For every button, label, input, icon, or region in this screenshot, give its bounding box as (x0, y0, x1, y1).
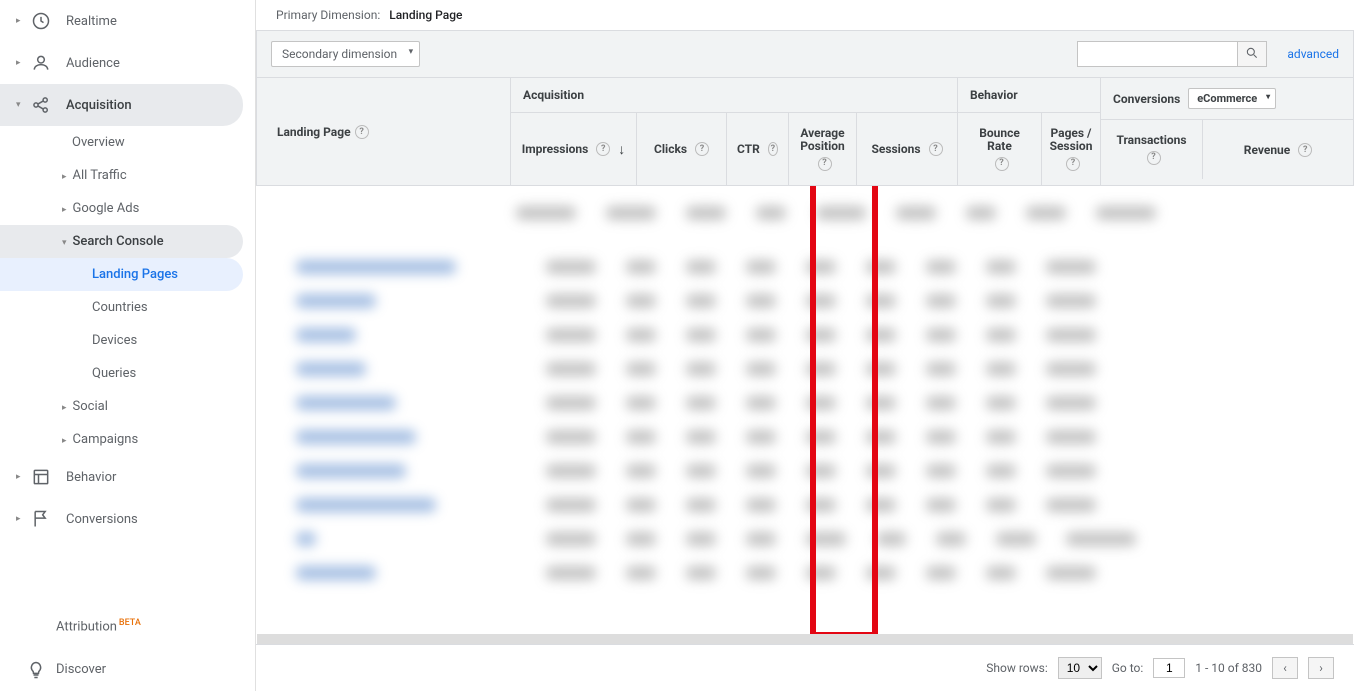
subsub-queries[interactable]: Queries (0, 357, 255, 390)
sidebar: ▸ Realtime ▸ Audience ▾ Acquisition Over… (0, 0, 256, 691)
main-content: Primary Dimension: Landing Page Secondar… (256, 0, 1354, 691)
bottom-attribution[interactable]: AttributionBETA (0, 604, 255, 648)
nav-behavior[interactable]: ▸ Behavior (0, 456, 255, 498)
group-behavior: Behavior Bounce Rate? Pages / Session? (958, 78, 1101, 185)
help-icon[interactable]: ? (695, 142, 709, 156)
sub-search-console[interactable]: Search Console (0, 225, 243, 258)
nav-label: Behavior (66, 470, 116, 485)
nav-realtime[interactable]: ▸ Realtime (0, 0, 255, 42)
col-header-pps[interactable]: Pages / Session? (1042, 113, 1100, 185)
page-range: 1 - 10 of 830 (1195, 661, 1262, 675)
help-icon[interactable]: ? (818, 157, 832, 171)
col-header-sessions[interactable]: Sessions? (857, 113, 957, 185)
group-label: Behavior (958, 78, 1100, 113)
table-search (1077, 41, 1267, 67)
primary-dimension: Primary Dimension: Landing Page (256, 0, 1354, 30)
sidebar-bottom: AttributionBETA Discover (0, 604, 255, 691)
table-body (256, 186, 1354, 634)
caret-icon: ▸ (16, 472, 26, 482)
clock-icon (30, 10, 52, 32)
help-icon[interactable]: ? (355, 125, 369, 139)
show-rows-select[interactable]: 10 (1058, 657, 1102, 679)
horizontal-scrollbar[interactable] (257, 634, 1353, 644)
caret-icon: ▸ (16, 514, 26, 524)
group-conversions: Conversions eCommerce Transactions? Reve… (1101, 78, 1353, 185)
table-footer: Show rows: 10 Go to: 1 - 10 of 830 ‹ › (256, 644, 1354, 691)
advanced-link[interactable]: advanced (1287, 47, 1339, 61)
col-header-avg-position[interactable]: Average Position? (789, 113, 857, 185)
goto-label: Go to: (1112, 661, 1144, 675)
person-icon (30, 52, 52, 74)
nav-audience[interactable]: ▸ Audience (0, 42, 255, 84)
help-icon[interactable]: ? (768, 142, 778, 156)
blurred-data (256, 186, 1354, 600)
nav-acquisition[interactable]: ▾ Acquisition (0, 84, 243, 126)
subsub-countries[interactable]: Countries (0, 291, 255, 324)
attribution-icon (26, 616, 46, 636)
subsub-devices[interactable]: Devices (0, 324, 255, 357)
col-header-transactions[interactable]: Transactions? (1101, 120, 1203, 179)
next-page-button[interactable]: › (1308, 657, 1334, 679)
help-icon[interactable]: ? (929, 142, 943, 156)
table-header: Landing Page? Acquisition Impressions?↓ … (256, 78, 1354, 186)
col-header-clicks[interactable]: Clicks? (637, 113, 727, 185)
nav-label: Audience (66, 56, 120, 71)
bulb-icon (26, 660, 46, 680)
subsub-landing-pages[interactable]: Landing Pages (0, 258, 243, 291)
bottom-label: Discover (56, 662, 106, 677)
primary-dim-value[interactable]: Landing Page (389, 8, 462, 22)
nav-label: Acquisition (66, 98, 132, 113)
col-header-revenue[interactable]: Revenue? (1203, 120, 1353, 179)
col-header-ctr[interactable]: CTR? (727, 113, 789, 185)
sort-arrow-icon: ↓ (618, 141, 625, 158)
caret-icon: ▾ (16, 100, 26, 110)
group-label-row: Conversions eCommerce (1101, 78, 1353, 120)
help-icon[interactable]: ? (1066, 157, 1080, 171)
flag-icon (30, 508, 52, 530)
prev-page-button[interactable]: ‹ (1272, 657, 1298, 679)
goto-input[interactable] (1153, 658, 1185, 678)
group-acquisition: Acquisition Impressions?↓ Clicks? CTR? A… (511, 78, 958, 185)
conversions-select[interactable]: eCommerce (1188, 88, 1276, 109)
help-icon[interactable]: ? (995, 157, 1009, 171)
table-toolbar: Secondary dimension advanced (256, 30, 1354, 78)
bottom-label: Attribution (56, 619, 117, 634)
secondary-dimension-select[interactable]: Secondary dimension (271, 41, 420, 67)
sub-overview[interactable]: Overview (0, 126, 255, 159)
group-label: Acquisition (511, 78, 957, 113)
search-input[interactable] (1077, 41, 1237, 67)
help-icon[interactable]: ? (1147, 151, 1161, 165)
sub-all-traffic[interactable]: All Traffic (0, 159, 255, 192)
help-icon[interactable]: ? (596, 142, 610, 156)
sub-campaigns[interactable]: Campaigns (0, 423, 255, 456)
nav-conversions[interactable]: ▸ Conversions (0, 498, 255, 540)
col-header-bounce[interactable]: Bounce Rate? (958, 113, 1042, 185)
search-button[interactable] (1237, 41, 1267, 67)
sub-google-ads[interactable]: Google Ads (0, 192, 255, 225)
sub-social[interactable]: Social (0, 390, 255, 423)
nav-label: Realtime (66, 14, 117, 29)
col-header-landing[interactable]: Landing Page? (257, 78, 511, 185)
col-header-impressions[interactable]: Impressions?↓ (511, 113, 637, 185)
caret-icon: ▸ (16, 58, 26, 68)
layout-icon (30, 466, 52, 488)
show-rows-label: Show rows: (986, 661, 1047, 675)
beta-badge: BETA (119, 618, 141, 628)
caret-icon: ▸ (16, 16, 26, 26)
bottom-discover[interactable]: Discover (0, 648, 255, 691)
share-icon (30, 94, 52, 116)
primary-dim-label: Primary Dimension: (276, 8, 380, 22)
help-icon[interactable]: ? (1298, 143, 1312, 157)
nav-label: Conversions (66, 512, 138, 527)
